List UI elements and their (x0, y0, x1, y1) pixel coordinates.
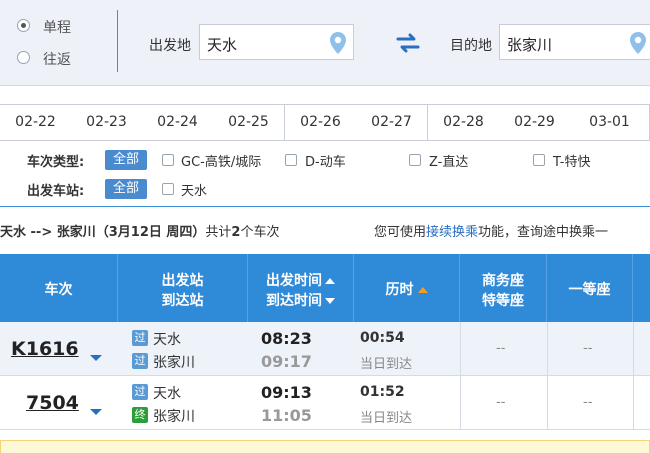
duration: 00:54 (360, 330, 405, 346)
terminal-badge: 终 (132, 407, 148, 423)
column-divider (547, 376, 548, 430)
station-all-button[interactable]: 全部 (105, 179, 147, 199)
d-label[interactable]: D-动车 (305, 151, 346, 170)
to-field[interactable]: 张家川 (499, 24, 650, 60)
business-seat-value: -- (496, 341, 506, 356)
header-time[interactable]: 出发时间 到达时间 (248, 254, 354, 322)
t-checkbox[interactable] (533, 154, 545, 166)
first-class-value: -- (583, 395, 593, 410)
result-summary: 天水 --> 张家川（3月12日 周四）共计2个车次 (0, 221, 279, 240)
search-panel: 单程 往返 出发地 天水 目的地 张家川 (0, 0, 650, 86)
duration: 01:52 (360, 384, 405, 400)
train-type-label: 车次类型: (27, 155, 85, 170)
arrive-day: 当日到达 (360, 357, 413, 372)
column-divider (460, 376, 461, 430)
sort-up-icon[interactable] (325, 278, 335, 284)
one-way-radio[interactable] (17, 19, 30, 32)
count-suffix: 个车次 (240, 225, 280, 240)
date-tab[interactable]: 02-24 (142, 105, 214, 140)
round-trip-label[interactable]: 往返 (43, 49, 71, 69)
arrive-day: 当日到达 (360, 411, 413, 426)
to-label: 目的地 (450, 38, 492, 54)
arrive-station: 张家川 (153, 409, 195, 425)
header-arrive-time[interactable]: 到达时间 (266, 293, 322, 309)
arrive-time: 09:17 (261, 352, 312, 371)
location-pin-icon[interactable] (328, 31, 348, 55)
from-label: 出发地 (149, 38, 191, 54)
header-duration-label[interactable]: 历时 (386, 282, 414, 298)
pass-badge: 过 (132, 384, 148, 400)
station-checkbox[interactable] (162, 183, 174, 195)
depart-station: 天水 (153, 386, 181, 402)
header-business: 商务座 特等座 (460, 254, 547, 322)
count-prefix: 共计 (205, 225, 232, 240)
transfer-hint: 您可使用接续换乘功能，查询途中换乘一 (374, 221, 608, 240)
date-tab[interactable]: 02-25 (213, 105, 285, 140)
first-class-value: -- (583, 341, 593, 356)
date-tab[interactable]: 03-01 (570, 105, 650, 140)
header-arrive-station: 到达站 (161, 293, 204, 309)
train-type-all-button[interactable]: 全部 (105, 150, 147, 170)
d-checkbox[interactable] (285, 154, 297, 166)
depart-time: 09:13 (261, 383, 312, 402)
date-tab[interactable]: 02-23 (71, 105, 143, 140)
header-business-seat: 商务座 (482, 273, 524, 289)
table-row: K1616 过 天水 过 张家川 08:23 09:17 00:54 当日到达 … (0, 322, 650, 376)
date-tab[interactable]: 02-22 (0, 105, 72, 140)
table-header: 车次 出发站 到达站 出发时间 到达时间 历时 商务座 特等座 一等座 (0, 254, 650, 322)
column-divider (460, 322, 461, 376)
date-tab[interactable]: 02-28 (428, 105, 500, 140)
header-first-class-label: 一等座 (568, 282, 611, 298)
date-tabs: 02-22 02-23 02-24 02-25 02-26 02-27 02-2… (0, 104, 650, 141)
gc-label[interactable]: GC-高铁/城际 (181, 151, 261, 170)
expand-triangle-icon[interactable] (90, 409, 102, 415)
one-way-label[interactable]: 单程 (43, 17, 71, 37)
column-divider (633, 322, 634, 376)
expand-triangle-icon[interactable] (90, 355, 102, 361)
round-trip-radio[interactable] (17, 51, 30, 64)
station-label[interactable]: 天水 (181, 180, 207, 199)
table-row: 7504 过 天水 终 张家川 09:13 11:05 01:52 当日到达 -… (0, 376, 650, 430)
header-depart-station: 出发站 (161, 273, 204, 289)
column-divider (633, 376, 634, 430)
header-train[interactable]: 车次 (0, 254, 118, 322)
transfer-link[interactable]: 接续换乘 (426, 225, 478, 240)
header-station: 出发站 到达站 (118, 254, 248, 322)
date-tab[interactable]: 02-26 (285, 105, 357, 140)
t-label[interactable]: T-特快 (553, 151, 590, 170)
route-text: 天水 --> 张家川（3月12日 周四） (0, 225, 206, 240)
z-label[interactable]: Z-直达 (429, 151, 468, 170)
divider (117, 10, 118, 72)
column-divider (547, 322, 548, 376)
arrive-station: 张家川 (153, 355, 195, 371)
from-field[interactable]: 天水 (199, 24, 354, 60)
station-filter-label: 出发车站: (27, 184, 85, 199)
to-value[interactable]: 张家川 (507, 34, 552, 55)
depart-time: 08:23 (261, 329, 312, 348)
divider (0, 206, 650, 207)
business-seat-value: -- (496, 395, 506, 410)
location-pin-icon[interactable] (628, 31, 648, 55)
arrive-time: 11:05 (261, 406, 312, 425)
header-duration[interactable]: 历时 (354, 254, 460, 322)
train-number[interactable]: K1616 (11, 338, 79, 360)
z-checkbox[interactable] (409, 154, 421, 166)
train-number[interactable]: 7504 (26, 392, 79, 414)
gc-checkbox[interactable] (162, 154, 174, 166)
sort-up-icon[interactable] (417, 287, 428, 293)
header-train-label: 车次 (44, 282, 73, 298)
date-tab[interactable]: 02-29 (499, 105, 571, 140)
from-value[interactable]: 天水 (207, 34, 237, 55)
swap-arrows-icon[interactable] (395, 33, 421, 53)
hint-prefix: 您可使用 (374, 225, 427, 240)
date-tab[interactable]: 02-27 (356, 105, 428, 140)
depart-station: 天水 (153, 332, 181, 348)
hint-suffix: 功能，查询途中换乘一 (478, 225, 609, 240)
header-first-class: 一等座 (547, 254, 633, 322)
pass-badge: 过 (132, 330, 148, 346)
header-depart-time[interactable]: 出发时间 (266, 273, 322, 289)
header-premium-seat: 特等座 (482, 293, 524, 309)
sort-down-icon[interactable] (325, 298, 335, 304)
pass-badge: 过 (132, 353, 148, 369)
